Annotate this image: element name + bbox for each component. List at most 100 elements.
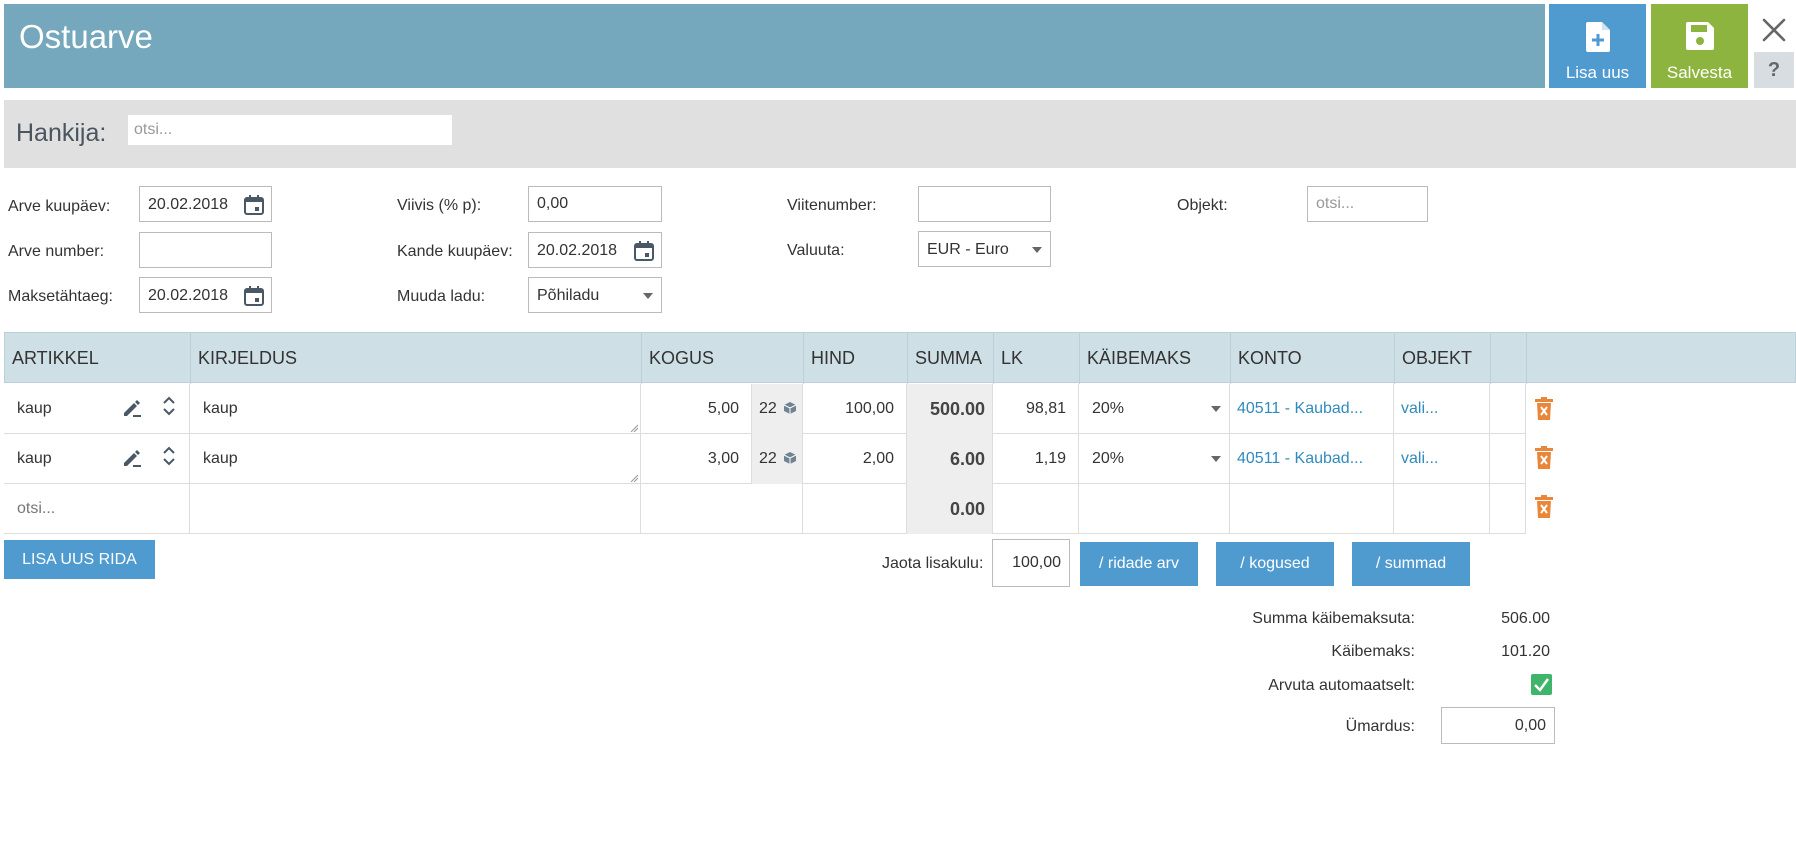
resize-handle-icon[interactable] (630, 424, 638, 432)
quantity-cell[interactable]: 3,00 (641, 434, 752, 484)
net-total-label: Summa käibemaksuta: (1252, 610, 1415, 627)
account-link[interactable]: 40511 - Kaubad... (1237, 450, 1363, 468)
chevron-up-down-icon[interactable] (162, 395, 176, 417)
table-header: ARTIKKEL KIRJELDUS KOGUS HIND SUMMA LK K… (4, 332, 1796, 384)
rounding-input[interactable] (1441, 707, 1555, 744)
price-cell[interactable]: 2,00 (803, 434, 907, 484)
close-icon (1762, 18, 1786, 42)
lk-cell[interactable]: 98,81 (993, 384, 1079, 434)
distribute-by-quantities-button[interactable]: / kogused (1216, 542, 1334, 586)
table-row-new: otsi... 0.00 (4, 484, 1526, 534)
help-button[interactable]: ? (1754, 52, 1794, 88)
stock-value: 22 (759, 450, 777, 467)
article-value: kaup (17, 400, 52, 417)
distribute-by-rows-button[interactable]: / ridade arv (1080, 542, 1198, 586)
due-date-field[interactable]: 20.02.2018 (139, 277, 272, 313)
vat-cell (1079, 484, 1230, 534)
resize-handle-icon[interactable] (630, 474, 638, 482)
page-title: Ostuarve (19, 18, 153, 55)
warehouse-select[interactable]: Põhiladu (528, 277, 662, 313)
invoice-date-field[interactable]: 20.02.2018 (139, 186, 272, 222)
spacer-cell (1490, 384, 1526, 434)
description-cell[interactable]: kaup (190, 434, 641, 484)
new-article-search[interactable]: otsi... (4, 484, 190, 534)
penalty-input[interactable] (528, 186, 662, 222)
column-header-konto: KONTO (1231, 333, 1395, 384)
lk-cell[interactable]: 1,19 (993, 434, 1079, 484)
entry-date-label: Kande kuupäev: (397, 243, 513, 260)
object-link[interactable]: vali... (1401, 450, 1438, 468)
account-cell (1230, 484, 1394, 534)
account-cell[interactable]: 40511 - Kaubad... (1230, 434, 1394, 484)
calendar-icon[interactable] (243, 194, 265, 216)
sum-value: 6.00 (949, 449, 985, 469)
distribute-cost-label: Jaota lisakulu: (882, 555, 984, 572)
trash-icon[interactable] (1534, 397, 1554, 421)
article-value: kaup (17, 450, 52, 467)
lk-value: 98,81 (1025, 400, 1066, 417)
price-cell[interactable]: 100,00 (803, 384, 907, 434)
quantity-value: 5,00 (707, 400, 739, 417)
article-cell[interactable]: kaup (4, 434, 190, 484)
pencil-icon[interactable] (122, 448, 142, 468)
object-search-input[interactable] (1307, 186, 1428, 222)
price-value: 100,00 (845, 400, 894, 417)
net-total-value: 506.00 (1501, 610, 1550, 627)
chevron-down-icon (1211, 406, 1221, 412)
vat-total-value: 101.20 (1501, 643, 1550, 660)
supplier-search-input[interactable] (127, 114, 453, 146)
lk-value: 1,19 (1034, 450, 1066, 467)
table-row: kaup kaup 5,00 22 100,00 500.00 98,81 20… (4, 384, 1526, 434)
object-cell[interactable]: vali... (1394, 384, 1490, 434)
auto-calc-checkbox[interactable] (1531, 674, 1552, 695)
sum-cell: 500.00 (907, 384, 993, 434)
chevron-up-down-icon[interactable] (162, 445, 176, 467)
save-button[interactable]: Salvesta (1651, 4, 1748, 88)
vat-select[interactable]: 20% (1079, 384, 1230, 434)
account-cell[interactable]: 40511 - Kaubad... (1230, 384, 1394, 434)
warehouse-value: Põhiladu (537, 287, 600, 304)
vat-select[interactable]: 20% (1079, 434, 1230, 484)
floppy-disk-icon (1651, 22, 1748, 54)
stock-cell: 22 (752, 434, 803, 484)
reference-input[interactable] (918, 186, 1051, 222)
object-cell[interactable]: vali... (1394, 434, 1490, 484)
invoice-number-input[interactable] (139, 232, 272, 268)
distribute-by-sums-button[interactable]: / summad (1352, 542, 1470, 586)
add-new-button[interactable]: Lisa uus (1549, 4, 1646, 88)
box-icon (783, 452, 797, 464)
pencil-icon[interactable] (122, 398, 142, 418)
distribute-cost-input[interactable] (992, 539, 1070, 587)
due-date-value: 20.02.2018 (148, 287, 229, 304)
rounding-label: Ümardus: (1345, 718, 1415, 735)
currency-select[interactable]: EUR - Euro (918, 231, 1051, 267)
sum-value: 0.00 (949, 499, 985, 519)
add-new-label: Lisa uus (1565, 63, 1630, 82)
currency-label: Valuuta: (787, 242, 845, 259)
account-link[interactable]: 40511 - Kaubad... (1237, 400, 1363, 418)
entry-date-field[interactable]: 20.02.2018 (528, 232, 662, 268)
box-icon (783, 402, 797, 414)
description-cell[interactable]: kaup (190, 384, 641, 434)
article-cell[interactable]: kaup (4, 384, 190, 434)
object-link[interactable]: vali... (1401, 400, 1438, 418)
trash-icon[interactable] (1534, 446, 1554, 470)
supplier-label: Hankija: (16, 119, 107, 147)
sum-value: 500.00 (929, 399, 985, 419)
calendar-icon[interactable] (243, 285, 265, 307)
stock-value: 22 (759, 400, 777, 417)
reference-label: Viitenumber: (787, 197, 877, 214)
entry-date-value: 20.02.2018 (537, 242, 618, 259)
supplier-section: Hankija: (4, 100, 1796, 168)
add-row-button[interactable]: LISA UUS RIDA (4, 540, 155, 579)
auto-calc-label: Arvuta automaatselt: (1268, 677, 1415, 694)
column-header-kaibemaks: KÄIBEMAKS (1080, 333, 1231, 384)
trash-icon[interactable] (1534, 495, 1554, 519)
calendar-icon[interactable] (633, 240, 655, 262)
quantity-cell[interactable]: 5,00 (641, 384, 752, 434)
chevron-down-icon (1211, 456, 1221, 462)
close-button[interactable] (1754, 10, 1794, 50)
lk-cell (993, 484, 1079, 534)
header-bar: Ostuarve (4, 4, 1545, 88)
column-header-kirjeldus: KIRJELDUS (191, 333, 642, 384)
